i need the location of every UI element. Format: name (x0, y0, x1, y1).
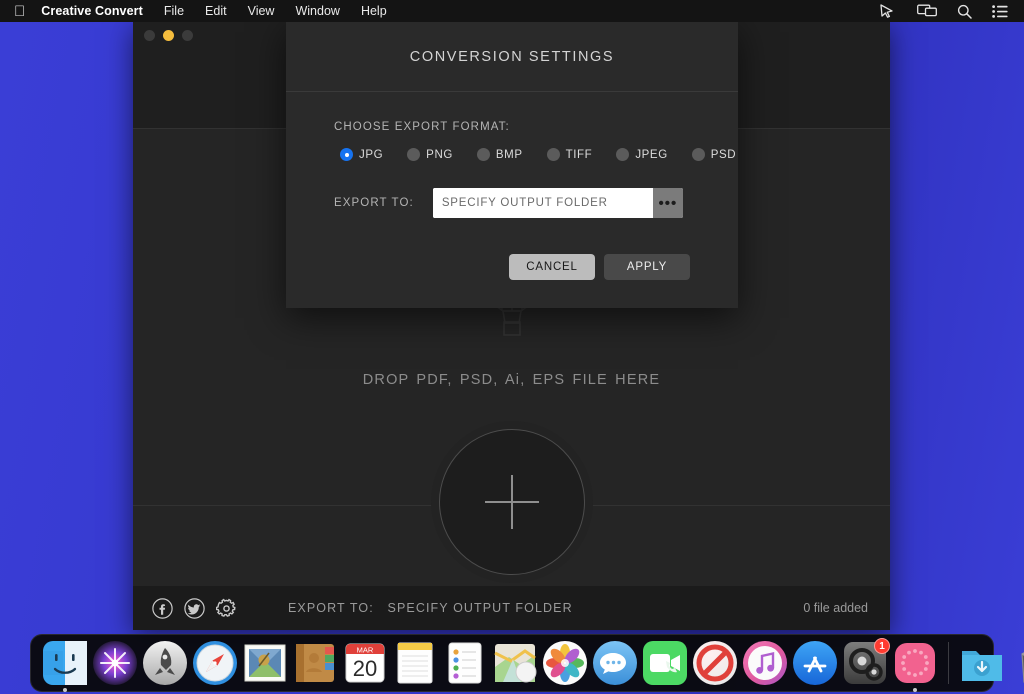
radio-dot-tiff[interactable] (546, 148, 560, 161)
contacts-icon[interactable] (291, 639, 339, 687)
screen-mirroring-icon[interactable] (917, 4, 937, 18)
facetime-icon[interactable] (641, 639, 689, 687)
radio-tiff[interactable]: TIFF (541, 148, 593, 161)
menu-edit[interactable]: Edit (205, 4, 227, 18)
pointer-cursor-icon[interactable] (880, 4, 897, 18)
browse-folder-button[interactable]: ••• (652, 188, 683, 218)
radio-label-jpg: JPG (359, 148, 384, 161)
menu-bar:  Creative Convert File Edit View Window… (0, 0, 1024, 22)
radio-dot-jpg[interactable] (340, 148, 353, 161)
control-center-icon[interactable] (992, 4, 1008, 18)
trash-icon[interactable] (1008, 639, 1024, 687)
facebook-icon[interactable] (152, 597, 173, 619)
gear-icon[interactable] (216, 598, 237, 619)
twitter-icon[interactable] (184, 597, 205, 619)
radio-dot-psd[interactable] (691, 148, 705, 161)
export-to-label: EXPORT TO: (334, 197, 414, 209)
siri-icon[interactable] (91, 639, 139, 687)
finder-icon[interactable] (41, 639, 89, 692)
menubar-status-area (880, 4, 1008, 19)
cancel-button[interactable]: CANCEL (509, 254, 595, 280)
add-file-button[interactable] (438, 429, 585, 575)
output-folder-input[interactable] (432, 188, 653, 218)
file-count-label: 0 file added (803, 601, 868, 615)
radio-dot-png[interactable] (407, 148, 421, 161)
itunes-icon[interactable] (741, 639, 789, 687)
menu-window[interactable]: Window (295, 4, 339, 18)
maps-icon[interactable] (491, 639, 539, 687)
close-button[interactable] (144, 30, 155, 41)
desktop:  Creative Convert File Edit View Window… (0, 0, 1024, 694)
status-export-value: SPECIFY OUTPUT FOLDER (387, 601, 573, 615)
social-links (152, 597, 237, 619)
format-radio-group: JPG PNG BMP TIFF JPEG PSD (334, 148, 736, 161)
format-label: CHOOSE EXPORT FORMAT: (334, 121, 510, 133)
radio-psd[interactable]: PSD (686, 148, 736, 161)
minimize-button[interactable] (163, 30, 174, 41)
maximize-button[interactable] (182, 30, 193, 41)
system-preferences-icon[interactable]: 1 (841, 638, 890, 687)
apple-logo-icon[interactable]:  (14, 0, 25, 22)
calendar-day: 20 (353, 656, 377, 681)
radio-label-psd: PSD (710, 148, 737, 161)
running-indicator (63, 688, 67, 692)
conversion-settings-dialog: CONVERSION SETTINGS CHOOSE EXPORT FORMAT… (286, 22, 738, 308)
reminders-icon[interactable] (441, 639, 489, 687)
calendar-month: MAR (357, 646, 374, 655)
status-export-label: EXPORT TO: (288, 601, 374, 615)
dock-separator (948, 642, 949, 684)
photos-icon[interactable] (541, 639, 589, 687)
creative-convert-icon[interactable] (891, 639, 939, 692)
traffic-lights (144, 30, 193, 41)
drop-instruction-text: DROP PDF, PSD, Ai, EPS FILE HERE (362, 372, 661, 388)
dialog-body: CHOOSE EXPORT FORMAT: JPG PNG BMP TIFF J… (286, 92, 738, 280)
menu-help[interactable]: Help (361, 4, 387, 18)
dock: MAR 20 1 (30, 634, 1024, 692)
app-store-icon[interactable] (791, 639, 839, 687)
radio-bmp[interactable]: BMP (471, 148, 523, 161)
output-folder-field[interactable]: ••• (432, 188, 683, 218)
radio-jpeg[interactable]: JPEG (610, 148, 667, 161)
launchpad-icon[interactable] (141, 639, 189, 687)
notes-icon[interactable] (391, 639, 439, 687)
menubar-app-name[interactable]: Creative Convert (41, 4, 143, 18)
menu-view[interactable]: View (248, 4, 275, 18)
apply-button[interactable]: APPLY (604, 254, 690, 280)
status-bar: EXPORT TO: SPECIFY OUTPUT FOLDER 0 file … (133, 586, 890, 630)
status-export-text: EXPORT TO: SPECIFY OUTPUT FOLDER (288, 601, 573, 615)
do-not-disturb-icon[interactable] (691, 639, 739, 687)
export-to-row: EXPORT TO: ••• (334, 188, 690, 218)
radio-dot-bmp[interactable] (476, 148, 490, 161)
calendar-icon[interactable]: MAR 20 (341, 639, 389, 687)
browse-ellipsis-icon: ••• (658, 194, 678, 212)
notification-badge: 1 (874, 638, 890, 654)
safari-icon[interactable] (191, 639, 239, 687)
mail-icon[interactable] (241, 639, 289, 687)
running-indicator (913, 688, 917, 692)
downloads-folder-icon[interactable] (958, 639, 1006, 687)
plus-icon-vertical (510, 475, 513, 529)
menu-file[interactable]: File (164, 4, 184, 18)
radio-dot-jpeg[interactable] (616, 148, 630, 161)
radio-label-tiff: TIFF (565, 148, 593, 161)
radio-label-png: PNG (426, 148, 453, 161)
search-icon[interactable] (957, 4, 972, 19)
dialog-actions: CANCEL APPLY (334, 254, 690, 280)
dialog-header: CONVERSION SETTINGS (286, 22, 738, 92)
dialog-title: CONVERSION SETTINGS (409, 48, 615, 65)
radio-jpg[interactable]: JPG (334, 148, 383, 161)
messages-icon[interactable] (591, 639, 639, 687)
radio-png[interactable]: PNG (401, 148, 453, 161)
radio-label-bmp: BMP (495, 148, 523, 161)
radio-label-jpeg: JPEG (635, 148, 668, 161)
